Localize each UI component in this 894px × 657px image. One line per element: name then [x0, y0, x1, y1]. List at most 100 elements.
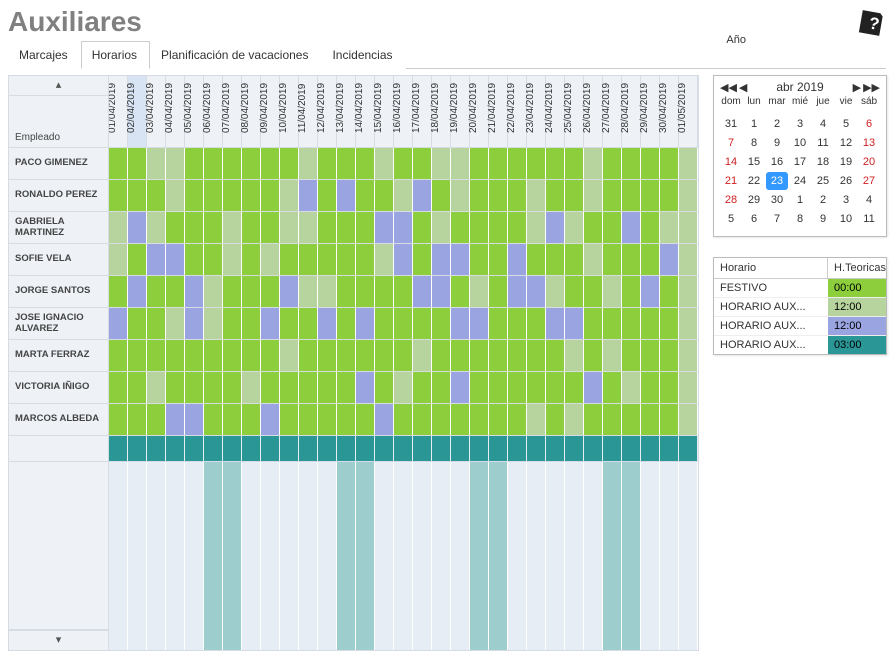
schedule-cell[interactable]	[204, 436, 223, 461]
schedule-cell[interactable]	[223, 148, 242, 179]
calendar-next-year-icon[interactable]: ▶▶	[863, 81, 880, 94]
schedule-cell[interactable]	[622, 340, 641, 371]
schedule-cell[interactable]	[432, 212, 451, 243]
calendar-day[interactable]: 21	[720, 172, 742, 190]
schedule-cell[interactable]	[204, 180, 223, 211]
schedule-cell[interactable]	[337, 404, 356, 435]
calendar-day[interactable]: 18	[812, 153, 834, 171]
schedule-cell[interactable]	[204, 404, 223, 435]
schedule-cell[interactable]	[318, 372, 337, 403]
employee-row[interactable]: RONALDO PEREZ	[9, 180, 108, 212]
schedule-cell[interactable]	[546, 212, 565, 243]
schedule-cell[interactable]	[147, 372, 166, 403]
schedule-cell[interactable]	[546, 436, 565, 461]
schedule-cell[interactable]	[375, 180, 394, 211]
schedule-cell[interactable]	[147, 180, 166, 211]
schedule-cell[interactable]	[394, 244, 413, 275]
calendar-day[interactable]: 25	[812, 172, 834, 190]
schedule-cell[interactable]	[128, 436, 147, 461]
schedule-cell[interactable]	[147, 148, 166, 179]
schedule-cell[interactable]	[679, 404, 698, 435]
schedule-cell[interactable]	[394, 180, 413, 211]
schedule-cell[interactable]	[166, 404, 185, 435]
schedule-cell[interactable]	[584, 436, 603, 461]
schedule-cell[interactable]	[527, 436, 546, 461]
schedule-cell[interactable]	[299, 436, 318, 461]
schedule-cell[interactable]	[451, 180, 470, 211]
calendar-day[interactable]: 7	[766, 210, 788, 228]
schedule-cell[interactable]	[527, 212, 546, 243]
schedule-cell[interactable]	[261, 276, 280, 307]
schedule-cell[interactable]	[242, 276, 261, 307]
schedule-cell[interactable]	[413, 212, 432, 243]
employee-row[interactable]: JOSE IGNACIO ALVAREZ	[9, 308, 108, 340]
schedule-cell[interactable]	[622, 308, 641, 339]
schedule-cell[interactable]	[223, 212, 242, 243]
schedule-cell[interactable]	[489, 308, 508, 339]
schedule-cell[interactable]	[318, 404, 337, 435]
schedule-cell[interactable]	[584, 244, 603, 275]
schedule-cell[interactable]	[166, 308, 185, 339]
schedule-cell[interactable]	[109, 436, 128, 461]
schedule-cell[interactable]	[660, 244, 679, 275]
schedule-cell[interactable]	[280, 340, 299, 371]
schedule-cell[interactable]	[489, 180, 508, 211]
schedule-cell[interactable]	[356, 340, 375, 371]
schedule-cell[interactable]	[185, 340, 204, 371]
schedule-cell[interactable]	[204, 244, 223, 275]
schedule-cell[interactable]	[147, 404, 166, 435]
calendar-day[interactable]: 1	[789, 191, 811, 209]
schedule-cell[interactable]	[584, 340, 603, 371]
schedule-cell[interactable]	[622, 372, 641, 403]
schedule-cell[interactable]	[660, 148, 679, 179]
schedule-cell[interactable]	[318, 244, 337, 275]
schedule-cell[interactable]	[337, 308, 356, 339]
schedule-cell[interactable]	[261, 308, 280, 339]
schedule-cell[interactable]	[356, 308, 375, 339]
schedule-cell[interactable]	[109, 404, 128, 435]
schedule-cell[interactable]	[679, 212, 698, 243]
employee-row[interactable]: VICTORIA IÑIGO	[9, 372, 108, 404]
schedule-cell[interactable]	[166, 148, 185, 179]
calendar-day[interactable]: 30	[766, 191, 788, 209]
calendar-day[interactable]: 5	[835, 115, 857, 133]
schedule-cell[interactable]	[508, 436, 527, 461]
schedule-cell[interactable]	[508, 308, 527, 339]
schedule-cell[interactable]	[261, 340, 280, 371]
schedule-cell[interactable]	[109, 148, 128, 179]
schedule-cell[interactable]	[432, 340, 451, 371]
schedule-cell[interactable]	[185, 180, 204, 211]
schedule-cell[interactable]	[679, 276, 698, 307]
schedule-cell[interactable]	[318, 148, 337, 179]
schedule-cell[interactable]	[356, 372, 375, 403]
schedule-cell[interactable]	[185, 212, 204, 243]
schedule-cell[interactable]	[223, 436, 242, 461]
schedule-cell[interactable]	[318, 276, 337, 307]
schedule-cell[interactable]	[185, 404, 204, 435]
schedule-cell[interactable]	[546, 340, 565, 371]
schedule-cell[interactable]	[508, 180, 527, 211]
calendar-prev-year-icon[interactable]: ◀◀	[720, 81, 737, 94]
schedule-cell[interactable]	[204, 212, 223, 243]
schedule-cell[interactable]	[508, 212, 527, 243]
schedule-cell[interactable]	[546, 148, 565, 179]
schedule-cell[interactable]	[204, 308, 223, 339]
schedule-cell[interactable]	[356, 180, 375, 211]
schedule-cell[interactable]	[337, 180, 356, 211]
calendar-day[interactable]: 22	[743, 172, 765, 190]
schedule-cell[interactable]	[584, 276, 603, 307]
calendar-day[interactable]: 11	[812, 134, 834, 152]
schedule-cell[interactable]	[280, 436, 299, 461]
schedule-cell[interactable]	[185, 372, 204, 403]
calendar-day[interactable]: 29	[743, 191, 765, 209]
schedule-cell[interactable]	[299, 244, 318, 275]
schedule-cell[interactable]	[223, 180, 242, 211]
schedule-cell[interactable]	[546, 308, 565, 339]
schedule-cell[interactable]	[641, 276, 660, 307]
schedule-cell[interactable]	[527, 340, 546, 371]
schedule-cell[interactable]	[679, 372, 698, 403]
employee-row[interactable]: SOFIE VELA	[9, 244, 108, 276]
schedule-cell[interactable]	[470, 276, 489, 307]
schedule-cell[interactable]	[584, 212, 603, 243]
schedule-cell[interactable]	[299, 148, 318, 179]
